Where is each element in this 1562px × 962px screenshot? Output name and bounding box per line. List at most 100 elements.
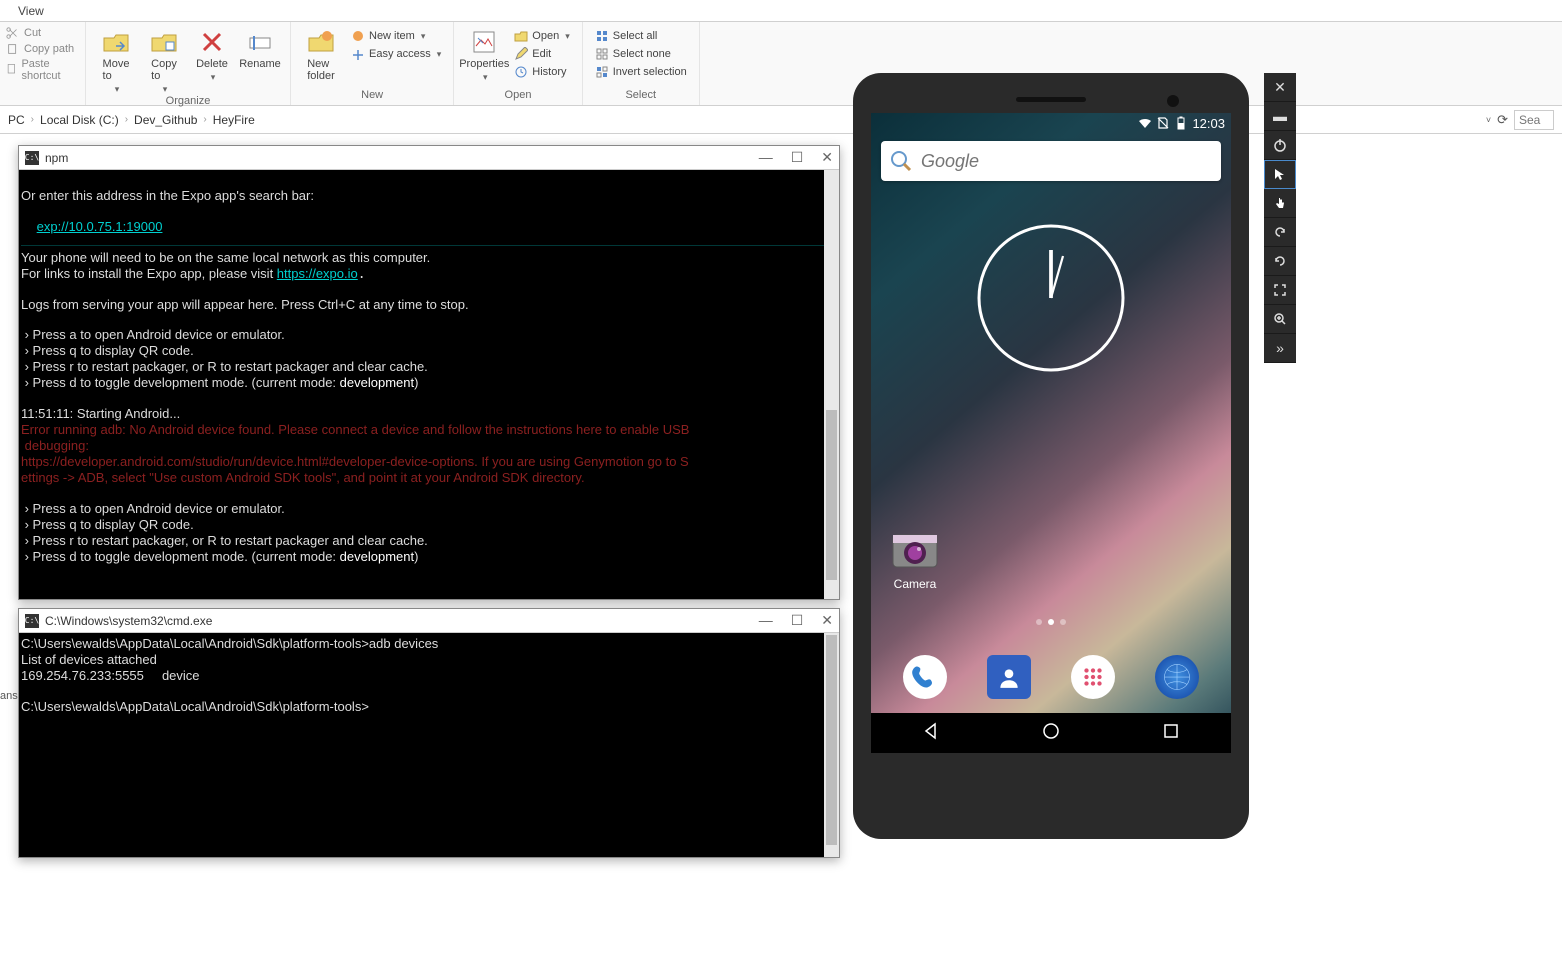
tab-view[interactable]: View — [8, 2, 54, 20]
select-all-button[interactable]: Select all — [591, 28, 691, 44]
open-icon — [514, 29, 528, 43]
analog-clock-widget[interactable] — [976, 223, 1126, 373]
rotate-left-button[interactable] — [1264, 218, 1296, 247]
open-label: Open — [505, 89, 532, 103]
cut-button[interactable]: Cut — [6, 26, 79, 40]
rename-button[interactable]: Rename — [238, 28, 282, 70]
select-group: Select all Select none Invert selection … — [583, 22, 700, 105]
maximize-button[interactable]: ☐ — [791, 612, 804, 629]
edit-button[interactable]: Edit — [510, 46, 573, 62]
organize-group: Move to▾ Copy to▾ Delete▾ Rename Organiz… — [86, 22, 291, 105]
maximize-button[interactable]: ☐ — [791, 149, 804, 166]
new-folder-icon — [307, 28, 335, 56]
window-titlebar[interactable]: C:\ npm — ☐ ✕ — [19, 146, 839, 170]
move-to-icon — [102, 28, 130, 56]
android-screen[interactable]: 12:03 Camera — [871, 113, 1231, 753]
copy-to-icon — [150, 28, 178, 56]
select-none-button[interactable]: Select none — [591, 46, 691, 62]
breadcrumb-item[interactable]: Local Disk (C:) — [40, 113, 119, 127]
copy-path-button[interactable]: Copy path — [6, 42, 79, 56]
terminal-output[interactable]: C:\Users\ewalds\AppData\Local\Android\Sd… — [19, 633, 839, 720]
refresh-icon[interactable]: ⟳ — [1497, 112, 1508, 128]
select-label: Select — [625, 89, 656, 103]
invert-selection-button[interactable]: Invert selection — [591, 64, 691, 80]
dock-apps-button[interactable] — [1071, 655, 1115, 699]
open-group: Properties▾ Open▾ Edit History Open — [454, 22, 582, 105]
cursor-mode-button[interactable] — [1264, 160, 1296, 189]
page-indicator — [871, 619, 1231, 625]
terminal-output[interactable]: Or enter this address in the Expo app's … — [19, 170, 839, 569]
chevron-right-icon: › — [203, 114, 206, 125]
open-button[interactable]: Open▾ — [510, 28, 573, 44]
recent-apps-button[interactable] — [1161, 721, 1181, 746]
front-camera — [1167, 95, 1179, 107]
camera-app-label: Camera — [889, 577, 941, 591]
easy-access-button[interactable]: Easy access▾ — [347, 46, 445, 62]
partial-text: ans — [0, 690, 18, 702]
google-search-widget[interactable] — [881, 141, 1221, 181]
new-item-button[interactable]: New item▾ — [347, 28, 445, 44]
scrollbar[interactable] — [824, 170, 839, 599]
camera-app-icon[interactable]: Camera — [889, 523, 941, 591]
move-to-button[interactable]: Move to▾ — [94, 28, 138, 95]
delete-button[interactable]: Delete▾ — [190, 28, 234, 83]
search-input[interactable] — [1514, 110, 1554, 130]
rotate-right-button[interactable] — [1264, 247, 1296, 276]
emulator-toolbar: ✕ ▬ » — [1264, 73, 1296, 363]
new-label: New — [361, 89, 383, 103]
clipboard-group: Cut Copy path Paste shortcut — [0, 22, 86, 105]
scrollbar-thumb[interactable] — [826, 635, 837, 845]
touch-mode-button[interactable] — [1264, 189, 1296, 218]
breadcrumb[interactable]: PC› Local Disk (C:)› Dev_Github› HeyFire… — [0, 106, 1562, 134]
npm-terminal-window: C:\ npm — ☐ ✕ Or enter this address in t… — [18, 145, 840, 600]
breadcrumb-item[interactable]: PC — [8, 113, 25, 127]
window-title: npm — [45, 151, 68, 165]
ribbon: Cut Copy path Paste shortcut Move to▾ Co… — [0, 22, 1562, 106]
dock-contacts-app[interactable] — [987, 655, 1031, 699]
rename-icon — [246, 28, 274, 56]
expo-site-link[interactable]: https://expo.io — [277, 266, 358, 281]
select-none-icon — [595, 47, 609, 61]
copy-to-button[interactable]: Copy to▾ — [142, 28, 186, 95]
close-button[interactable]: ✕ — [821, 149, 833, 166]
dock-phone-app[interactable] — [903, 655, 947, 699]
fullscreen-button[interactable] — [1264, 276, 1296, 305]
new-item-icon — [351, 29, 365, 43]
breadcrumb-item[interactable]: HeyFire — [213, 113, 255, 127]
organize-label: Organize — [166, 95, 211, 109]
properties-icon — [470, 28, 498, 56]
invert-selection-icon — [595, 65, 609, 79]
properties-button[interactable]: Properties▾ — [462, 28, 506, 83]
scissors-icon — [6, 26, 20, 40]
scrollbar-thumb[interactable] — [826, 410, 837, 580]
home-button[interactable] — [1041, 721, 1061, 746]
google-search-input[interactable] — [921, 151, 1213, 172]
ribbon-tabs: View — [0, 0, 1562, 22]
speaker — [1016, 97, 1086, 102]
status-bar: 12:03 — [871, 113, 1231, 133]
search-icon — [889, 149, 913, 173]
history-button[interactable]: History — [510, 64, 573, 80]
dock-browser-app[interactable] — [1155, 655, 1199, 699]
paste-shortcut-icon — [6, 63, 17, 77]
power-button[interactable] — [1264, 131, 1296, 160]
more-options-button[interactable]: » — [1264, 334, 1296, 363]
chevron-right-icon: › — [125, 114, 128, 125]
cmd-icon: C:\ — [25, 151, 39, 165]
chevron-down-icon[interactable]: ˅ — [1486, 115, 1491, 125]
back-button[interactable] — [921, 721, 941, 746]
wifi-icon — [1138, 116, 1152, 130]
close-button[interactable]: ✕ — [821, 612, 833, 629]
breadcrumb-item[interactable]: Dev_Github — [134, 113, 197, 127]
scrollbar[interactable] — [824, 633, 839, 857]
paste-shortcut-button[interactable]: Paste shortcut — [6, 58, 79, 82]
close-emulator-button[interactable]: ✕ — [1264, 73, 1296, 102]
expo-url-link[interactable]: exp://10.0.75.1:19000 — [37, 219, 163, 234]
minimize-button[interactable]: — — [759, 149, 773, 166]
minimize-button[interactable]: — — [759, 612, 773, 629]
minimize-emulator-button[interactable]: ▬ — [1264, 102, 1296, 131]
new-group: New folder New item▾ Easy access▾ New — [291, 22, 454, 105]
window-titlebar[interactable]: C:\ C:\Windows\system32\cmd.exe — ☐ ✕ — [19, 609, 839, 633]
zoom-button[interactable] — [1264, 305, 1296, 334]
new-folder-button[interactable]: New folder — [299, 28, 343, 82]
